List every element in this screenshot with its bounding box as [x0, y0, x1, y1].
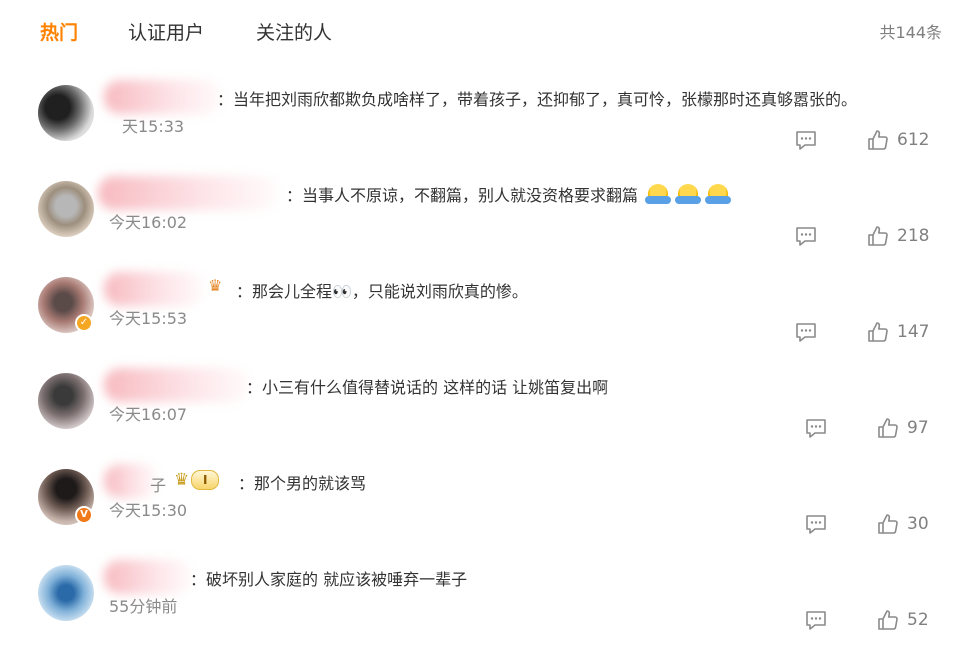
verified-badge-icon: ✓: [75, 314, 93, 332]
username-suffix[interactable]: 子: [150, 472, 166, 496]
comment-icon: [806, 419, 826, 438]
comment-icon: [806, 515, 826, 534]
comment-text: ：当事人不原谅，不翻篇，别人就没资格要求翻篇: [286, 184, 732, 208]
like-button[interactable]: 97: [877, 415, 929, 441]
comment-icon: [796, 131, 816, 150]
crown-icon: ♛: [174, 470, 190, 490]
avatar[interactable]: [38, 565, 94, 621]
like-button[interactable]: 218: [867, 223, 929, 249]
username-blurred[interactable]: [104, 272, 204, 306]
like-count: 147: [897, 322, 930, 342]
thumbs-up-icon: [868, 130, 888, 150]
username-blurred[interactable]: [104, 368, 250, 402]
emoji-icon: [675, 184, 702, 204]
thumbs-up-icon: [878, 514, 898, 534]
comment-icon: [806, 611, 826, 630]
tab-hot[interactable]: 热门: [40, 20, 78, 46]
comment-item: ：当事人不原谅，不翻篇，别人就没资格要求翻篇 今天16:02 218: [0, 166, 960, 262]
comment-text: ：小三有什么值得替说话的 这样的话 让姚笛复出啊: [246, 378, 609, 397]
comment-text: ：那个男的就该骂: [238, 474, 367, 493]
emoji-icon: [705, 184, 732, 204]
thumbs-up-icon: [878, 418, 898, 438]
reply-button[interactable]: [794, 129, 818, 151]
thumbs-up-icon: [868, 322, 888, 342]
thumbs-up-icon: [878, 610, 898, 630]
comment-text: ：破坏别人家庭的 就应该被唾弃一辈子: [190, 570, 468, 589]
like-button[interactable]: 147: [867, 319, 929, 345]
vip-badge: ♛ I: [174, 470, 220, 490]
comment-item: ：小三有什么值得替说话的 这样的话 让姚笛复出啊 今天16:07 97: [0, 358, 960, 454]
avatar[interactable]: [38, 85, 94, 141]
reply-button[interactable]: [794, 225, 818, 247]
reply-button[interactable]: [794, 321, 818, 343]
username-blurred[interactable]: [104, 560, 192, 594]
comment-time: 今天16:07: [109, 405, 188, 424]
like-count: 97: [907, 418, 929, 438]
emoji-icon: [645, 184, 672, 204]
avatar[interactable]: [38, 181, 94, 237]
thumbs-up-icon: [868, 226, 888, 246]
like-count: 218: [897, 226, 930, 246]
tab-following[interactable]: 关注的人: [256, 20, 332, 46]
comment-icon: [796, 323, 816, 342]
crown-icon: ♛: [208, 276, 223, 295]
comment-time: 今天16:02: [109, 213, 188, 232]
comment-time: 天15:33: [122, 117, 185, 136]
vip-level: I: [191, 470, 220, 490]
username-blurred[interactable]: [98, 176, 278, 210]
reply-button[interactable]: [804, 417, 828, 439]
comment-item: ：当年把刘雨欣都欺负成啥样了，带着孩子，还抑郁了，真可怜，张檬那时还真够嚣张的。…: [0, 70, 960, 166]
reply-button[interactable]: [804, 513, 828, 535]
comment-item: V 子 ♛ I ：那个男的就该骂 今天15:30 30: [0, 454, 960, 550]
comment-time: 今天15:30: [109, 501, 188, 520]
comment-text: ：当年把刘雨欣都欺负成啥样了，带着孩子，还抑郁了，真可怜，张檬那时还真够嚣张的。: [217, 90, 858, 109]
like-count: 612: [897, 130, 930, 150]
like-count: 30: [907, 514, 929, 534]
comment-time: 55分钟前: [109, 597, 178, 616]
comment-total-count: 共144条: [879, 23, 942, 42]
comment-icon: [796, 227, 816, 246]
like-button[interactable]: 612: [867, 127, 929, 153]
like-button[interactable]: 52: [877, 607, 929, 633]
comment-item: ✓ ♛ ：那会儿全程👀，只能说刘雨欣真的惨。 今天15:53 147: [0, 262, 960, 358]
verified-badge-icon: V: [75, 506, 93, 524]
tab-verified-users[interactable]: 认证用户: [128, 20, 204, 46]
comment-text: ：那会儿全程👀，只能说刘雨欣真的惨。: [236, 282, 528, 301]
like-button[interactable]: 30: [877, 511, 929, 537]
like-count: 52: [907, 610, 929, 630]
comment-item: ：破坏别人家庭的 就应该被唾弃一辈子 55分钟前 52: [0, 550, 960, 646]
username-blurred[interactable]: [104, 80, 222, 114]
avatar[interactable]: [38, 373, 94, 429]
comment-filter-tabs: 热门 认证用户 关注的人 共144条: [0, 0, 960, 62]
reply-button[interactable]: [804, 609, 828, 631]
comment-time: 今天15:53: [109, 309, 188, 328]
